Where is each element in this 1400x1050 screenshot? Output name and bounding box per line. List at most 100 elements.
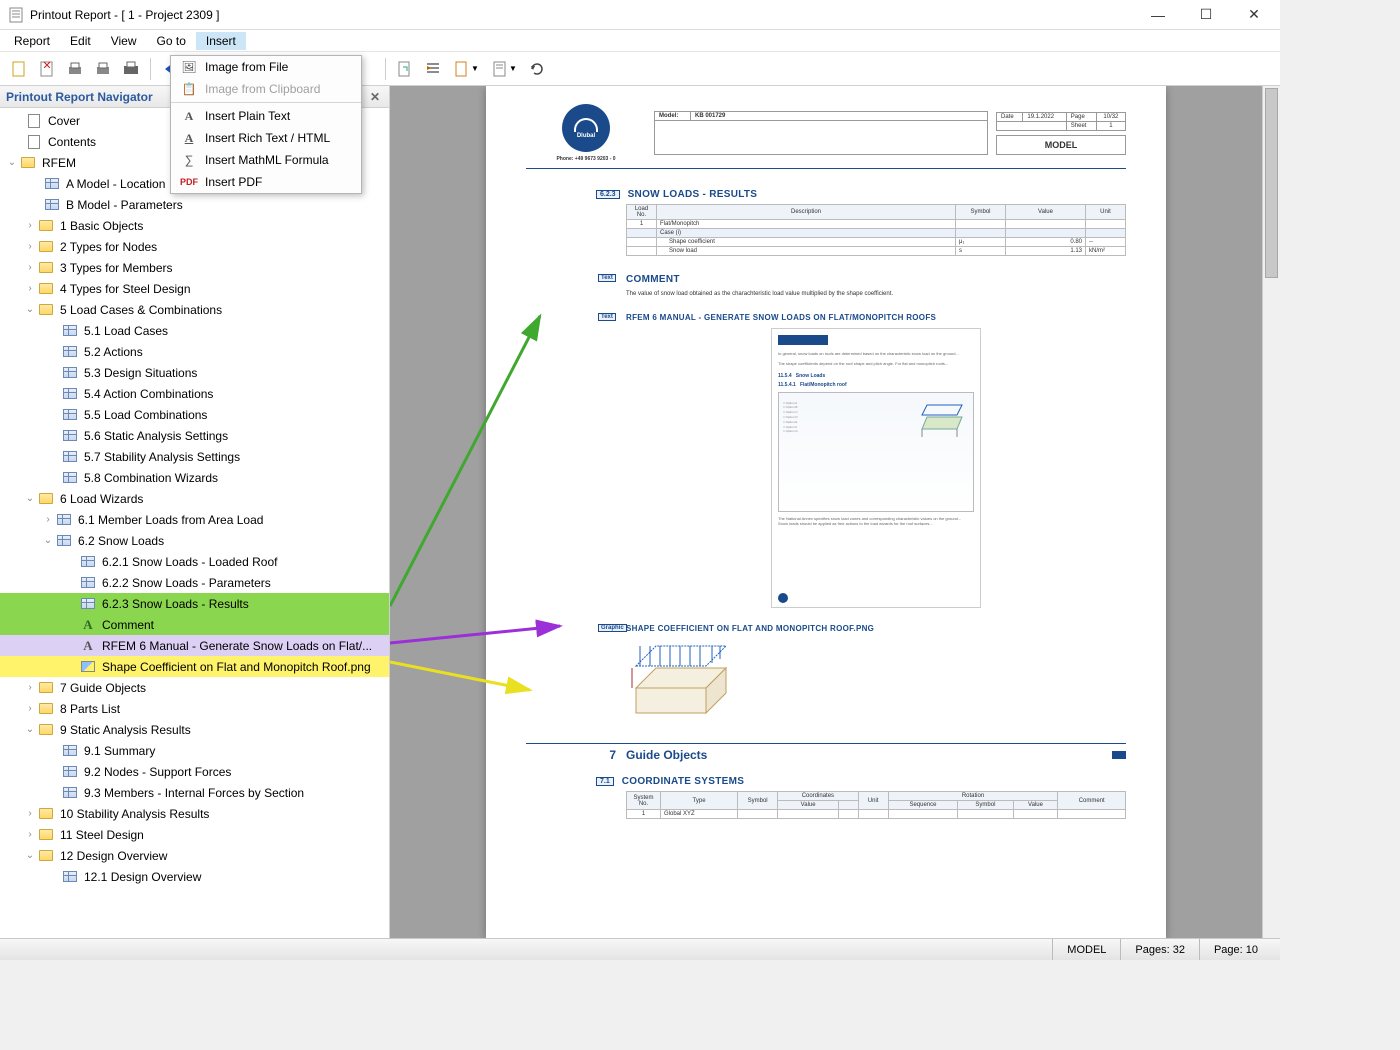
status-pages: Pages: 32 (1120, 939, 1199, 960)
manual-page-thumbnail: In general, snow loads on roofs are dete… (771, 328, 981, 608)
text-entry-icon: A (80, 617, 96, 633)
navigator-tree[interactable]: Cover Contents ⌄RFEM A Model - Location … (0, 108, 389, 938)
comment-title: COMMENT (626, 274, 1126, 285)
tree-shape[interactable]: Shape Coefficient on Flat and Monopitch … (0, 656, 389, 677)
insert-pdf[interactable]: PDFInsert PDF (171, 171, 361, 193)
tool-print2[interactable] (90, 56, 116, 82)
tool-refresh[interactable] (524, 56, 550, 82)
tree-lc56[interactable]: 5.6 Static Analysis Settings (0, 425, 389, 446)
tree-types-nodes[interactable]: ›2 Types for Nodes (0, 236, 389, 257)
phone-text: Phone: +49 9673 9203 - 0 (526, 156, 646, 162)
text-icon: A (179, 109, 199, 124)
tree-lw61[interactable]: ›6.1 Member Loads from Area Load (0, 509, 389, 530)
tree-lc55[interactable]: 5.5 Load Combinations (0, 404, 389, 425)
navigator-title: Printout Report Navigator (6, 90, 153, 104)
tree-stab[interactable]: ›10 Stability Analysis Results (0, 803, 389, 824)
menu-report[interactable]: Report (4, 32, 60, 50)
guide-objects-title: Guide Objects (626, 748, 707, 762)
report-page: Dlubal Phone: +49 9673 9203 - 0 Model:KB… (486, 86, 1166, 938)
scrollbar-thumb[interactable] (1265, 88, 1278, 278)
tree-s93[interactable]: 9.3 Members - Internal Forces by Section (0, 782, 389, 803)
tool-new[interactable] (6, 56, 32, 82)
insert-mathml[interactable]: ∑Insert MathML Formula (171, 149, 361, 171)
section-number: 7.1 (596, 777, 614, 786)
shape-title: SHAPE COEFFICIENT ON FLAT AND MONOPITCH … (626, 624, 1126, 633)
tree-s92[interactable]: 9.2 Nodes - Support Forces (0, 761, 389, 782)
tree-types-steel[interactable]: ›4 Types for Steel Design (0, 278, 389, 299)
text-entry-icon: A (80, 638, 96, 654)
pdf-icon: PDF (179, 177, 199, 187)
tree-load-wizards[interactable]: ⌄6 Load Wizards (0, 488, 389, 509)
tree-lc52[interactable]: 5.2 Actions (0, 341, 389, 362)
status-model: MODEL (1052, 939, 1120, 960)
tree-basic-obj[interactable]: ›1 Basic Objects (0, 215, 389, 236)
tool-export[interactable] (392, 56, 418, 82)
preview-area[interactable]: Dlubal Phone: +49 9673 9203 - 0 Model:KB… (390, 86, 1262, 938)
section-title: SNOW LOADS - RESULTS (628, 189, 758, 200)
menu-insert[interactable]: Insert (196, 32, 246, 50)
status-page: Page: 10 (1199, 939, 1272, 960)
section-number: 6.2.3 (596, 190, 620, 199)
tree-design[interactable]: ⌄12 Design Overview (0, 845, 389, 866)
tree-comment[interactable]: AComment (0, 614, 389, 635)
tree-manual[interactable]: ARFEM 6 Manual - Generate Snow Loads on … (0, 635, 389, 656)
expand-icon[interactable]: ⌄ (6, 157, 18, 168)
tree-d121[interactable]: 12.1 Design Overview (0, 866, 389, 887)
image-icon: 🖼 (179, 60, 199, 74)
tree-lw622[interactable]: 6.2.2 Snow Loads - Parameters (0, 572, 389, 593)
rich-text-icon: A (179, 131, 199, 146)
app-icon (8, 7, 24, 23)
tree-static[interactable]: ⌄9 Static Analysis Results (0, 719, 389, 740)
close-button[interactable]: ✕ (1240, 5, 1268, 25)
shape-diagram (626, 633, 736, 723)
tree-steel[interactable]: ›11 Steel Design (0, 824, 389, 845)
clipboard-icon: 📋 (179, 82, 199, 96)
tree-lw623[interactable]: 6.2.3 Snow Loads - Results (0, 593, 389, 614)
tree-types-members[interactable]: ›3 Types for Members (0, 257, 389, 278)
title-bar: Printout Report - [ 1 - Project 2309 ] —… (0, 0, 1280, 30)
tool-print[interactable] (62, 56, 88, 82)
tool-indent[interactable] (420, 56, 446, 82)
tool-printer-icon[interactable] (118, 56, 144, 82)
tree-lc51[interactable]: 5.1 Load Cases (0, 320, 389, 341)
manual-title: RFEM 6 MANUAL - GENERATE SNOW LOADS ON F… (626, 313, 1126, 322)
tree-lc58[interactable]: 5.8 Combination Wizards (0, 467, 389, 488)
menu-bar: Report Edit View Go to Insert (0, 30, 1280, 52)
tree-lc54[interactable]: 5.4 Action Combinations (0, 383, 389, 404)
tree-load-cases[interactable]: ⌄5 Load Cases & Combinations (0, 299, 389, 320)
tree-lw621[interactable]: 6.2.1 Snow Loads - Loaded Roof (0, 551, 389, 572)
graphic-tag: Graphic (598, 624, 627, 632)
tool-delete[interactable]: ✕ (34, 56, 60, 82)
tool-page-dropdown[interactable]: ▼ (448, 56, 484, 82)
insert-rich-text[interactable]: AInsert Rich Text / HTML (171, 127, 361, 149)
comment-body: The value of snow load obtained as the c… (626, 291, 1126, 297)
window-title: Printout Report - [ 1 - Project 2309 ] (30, 8, 1144, 22)
navigator-close-icon[interactable]: ✕ (367, 90, 383, 104)
menu-goto[interactable]: Go to (147, 32, 196, 50)
tree-lc53[interactable]: 5.3 Design Situations (0, 362, 389, 383)
menu-edit[interactable]: Edit (60, 32, 101, 50)
insert-image-file[interactable]: 🖼Image from File (171, 56, 361, 78)
tree-lw62[interactable]: ⌄6.2 Snow Loads (0, 530, 389, 551)
image-entry-icon (80, 659, 96, 675)
minimize-button[interactable]: — (1144, 5, 1172, 25)
insert-plain-text[interactable]: AInsert Plain Text (171, 105, 361, 127)
model-button: MODEL (996, 135, 1126, 155)
dlubal-logo: Dlubal (562, 104, 610, 152)
tool-list-dropdown[interactable]: ▼ (486, 56, 522, 82)
menu-view[interactable]: View (101, 32, 147, 50)
tree-s91[interactable]: 9.1 Summary (0, 740, 389, 761)
tree-guide[interactable]: ›7 Guide Objects (0, 677, 389, 698)
svg-text:✕: ✕ (42, 60, 51, 72)
sigma-icon: ∑ (179, 153, 199, 167)
text-tag: Text (598, 274, 616, 282)
tree-b-model[interactable]: B Model - Parameters (0, 194, 389, 215)
insert-image-clipboard[interactable]: 📋Image from Clipboard (171, 78, 361, 100)
tree-lc57[interactable]: 5.7 Stability Analysis Settings (0, 446, 389, 467)
tree-parts[interactable]: ›8 Parts List (0, 698, 389, 719)
preview-scrollbar[interactable] (1262, 86, 1280, 938)
maximize-button[interactable]: ☐ (1192, 5, 1220, 25)
text-tag: Text (598, 313, 616, 321)
coord-systems-title: COORDINATE SYSTEMS (622, 776, 744, 787)
status-bar: MODEL Pages: 32 Page: 10 (0, 938, 1280, 960)
